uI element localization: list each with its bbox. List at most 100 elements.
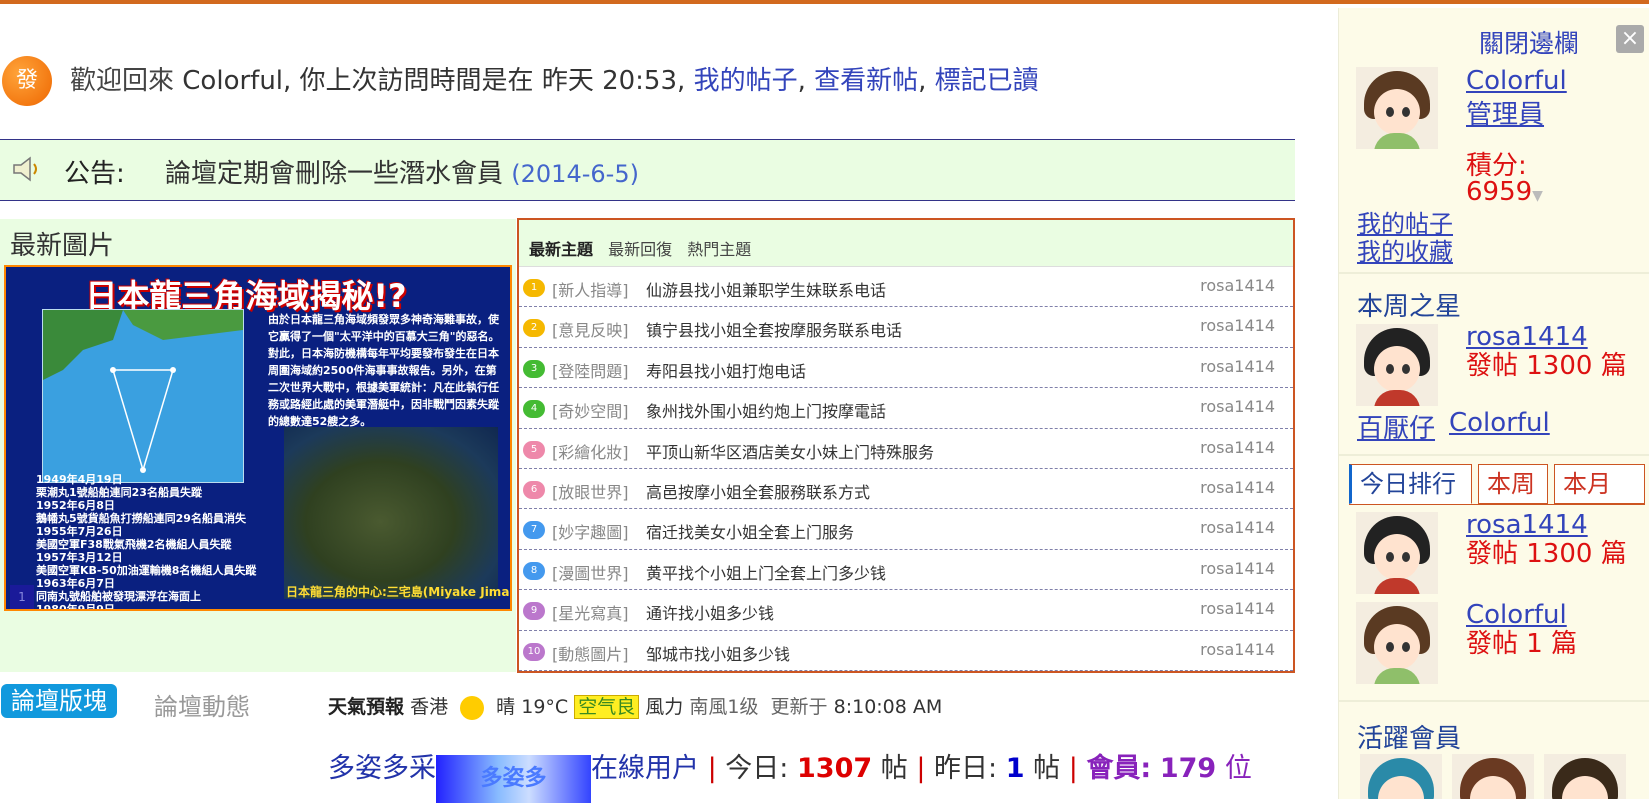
topic-row[interactable]: 8 [漫圖世界] 黄平找个小姐上门全套上门多少钱 rosa1414 — [519, 550, 1293, 591]
sidebar: 關閉邊欄 × Colorful 管理員 積分: 6959▼ 我的帖子 我的收藏 … — [1338, 8, 1649, 799]
sun-icon — [460, 695, 485, 720]
topic-category[interactable]: [放眼世界] — [552, 479, 629, 503]
rank-number-badge: 10 — [523, 642, 545, 661]
tab-week-ranking[interactable]: 本周 — [1478, 464, 1548, 504]
topic-row[interactable]: 1 [新人指導] 仙游县找小姐兼职学生妹联系电话 rosa1414 — [519, 267, 1293, 308]
avatar[interactable] — [1360, 754, 1442, 799]
avatar[interactable] — [1452, 754, 1534, 799]
topic-category[interactable]: [新人指導] — [552, 277, 629, 301]
today-value: 1307 — [797, 753, 873, 784]
topic-title[interactable]: 象州找外围小姐约炮上门按摩電話 — [646, 398, 886, 422]
topic-row[interactable]: 7 [妙字趣圖] 宿迁找美女小姐全套上门服务 rosa1414 — [519, 509, 1293, 550]
topic-row[interactable]: 9 [星光寫真] 通许找小姐多少钱 rosa1414 — [519, 590, 1293, 631]
topic-row[interactable]: 10 [動態圖片] 邹城市找小姐多少钱 rosa1414 — [519, 631, 1293, 671]
topic-title[interactable]: 黄平找个小姐上门全套上门多少钱 — [646, 560, 886, 584]
topic-category[interactable]: [星光寫真] — [552, 600, 629, 624]
mark-read-link[interactable]: 標記已讀 — [935, 66, 1039, 96]
today-unit: 帖 — [880, 753, 908, 784]
welcome-greeting: 歡迎回來 — [70, 66, 175, 96]
topic-row[interactable]: 2 [意見反映] 镇宁县找小姐全套按摩服务联系电话 rosa1414 — [519, 307, 1293, 348]
topic-row[interactable]: 3 [登陸問題] 寿阳县找小姐打炮电话 rosa1414 — [519, 348, 1293, 389]
topic-category[interactable]: [意見反映] — [552, 317, 629, 341]
topic-title[interactable]: 邹城市找小姐多少钱 — [646, 641, 790, 665]
rank-number-badge: 6 — [523, 480, 545, 499]
profile-role[interactable]: 管理員 — [1466, 94, 1544, 131]
slide-event-list: 1949年4月19日 栗潮丸1號船舶連同23名船員失蹤 1952年6月8日 鵝幡… — [36, 473, 257, 611]
avatar[interactable] — [1356, 512, 1438, 594]
avatar[interactable] — [1356, 67, 1438, 149]
topic-title[interactable]: 寿阳县找小姐打炮电话 — [646, 358, 806, 382]
speaker-icon — [13, 156, 37, 182]
star-name[interactable]: rosa1414 — [1466, 322, 1588, 352]
slide-index-button[interactable]: 1 — [10, 585, 34, 609]
weather-title: 天氣預報 — [328, 696, 405, 718]
topic-row[interactable]: 4 [奇妙空間] 象州找外围小姐约炮上门按摩電話 rosa1414 — [519, 388, 1293, 429]
members-unit: 位 — [1224, 753, 1252, 784]
topic-author[interactable]: rosa1414 — [1200, 640, 1275, 659]
points-value: 6959 — [1466, 177, 1533, 207]
latest-images-title: 最新圖片 — [10, 231, 115, 261]
close-icon[interactable]: × — [1616, 25, 1644, 53]
divider — [1339, 700, 1649, 702]
tab-month-ranking[interactable]: 本月 — [1554, 464, 1645, 504]
points-value-wrap[interactable]: 6959▼ — [1466, 178, 1543, 210]
announcement-date: (2014-6-5) — [511, 160, 639, 188]
slogan: 多姿多采 — [328, 753, 436, 784]
rank-number-badge: 5 — [523, 440, 545, 459]
tab-hot-topics[interactable]: 熱門主題 — [687, 236, 751, 260]
topic-category[interactable]: [登陸問題] — [552, 358, 629, 382]
tab-latest-replies[interactable]: 最新回復 — [608, 236, 672, 260]
profile-name[interactable]: Colorful — [1466, 66, 1567, 96]
banner-image: 多姿多 — [436, 755, 591, 803]
avatar[interactable] — [1544, 754, 1626, 799]
topic-author[interactable]: rosa1414 — [1200, 438, 1275, 457]
topic-author[interactable]: rosa1414 — [1200, 276, 1275, 295]
topic-title[interactable]: 平顶山新华区酒店美女小妹上门特殊服务 — [646, 439, 934, 463]
sidebar-my-favorites[interactable]: 我的收藏 — [1357, 232, 1453, 267]
fa-badge-icon: 發 — [2, 56, 52, 106]
topic-title[interactable]: 宿迁找美女小姐全套上门服务 — [646, 519, 854, 543]
topic-author[interactable]: rosa1414 — [1200, 478, 1275, 497]
announcement-link[interactable]: 論壇定期會刪除一些潛水會員 — [165, 159, 503, 189]
weather-temp: 19°C — [521, 696, 569, 718]
slide-description: 由於日本龍三角海域頻發眾多神奇海難事故，使它贏得了一個"太平洋中的百慕大三角"的… — [268, 313, 500, 428]
my-posts-link[interactable]: 我的帖子 — [694, 66, 798, 96]
topic-category[interactable]: [彩繪化妝] — [552, 439, 629, 463]
topic-row[interactable]: 5 [彩繪化妝] 平顶山新华区酒店美女小妹上门特殊服务 rosa1414 — [519, 429, 1293, 469]
tab-latest-topics[interactable]: 最新主題 — [529, 236, 593, 260]
avatar[interactable] — [1356, 324, 1438, 406]
topic-title[interactable]: 高邑按摩小姐全套服務联系方式 — [646, 479, 870, 503]
topic-author[interactable]: rosa1414 — [1200, 357, 1275, 376]
topic-author[interactable]: rosa1414 — [1200, 559, 1275, 578]
topic-category[interactable]: [漫圖世界] — [552, 560, 629, 584]
view-new-link[interactable]: 查看新帖 — [814, 66, 918, 96]
topic-title[interactable]: 通许找小姐多少钱 — [646, 600, 774, 624]
yesterday-label: 昨日: — [934, 753, 998, 784]
welcome-line: 歡迎回來 Colorful, 你上次訪問時間是在 昨天 20:53, 我的帖子,… — [70, 66, 1039, 96]
tab-today-ranking[interactable]: 今日排行 — [1349, 464, 1472, 504]
topic-author[interactable]: rosa1414 — [1200, 599, 1275, 618]
topic-title[interactable]: 仙游县找小姐兼职学生妹联系电话 — [646, 277, 886, 301]
topic-category[interactable]: [奇妙空間] — [552, 398, 629, 422]
avatar[interactable] — [1356, 602, 1438, 684]
topic-category[interactable]: [妙字趣圖] — [552, 519, 629, 543]
rank-2-posts: 發帖 1 篇 — [1466, 629, 1578, 659]
yesterday-unit: 帖 — [1033, 753, 1061, 784]
topic-author[interactable]: rosa1414 — [1200, 397, 1275, 416]
topic-author[interactable]: rosa1414 — [1200, 316, 1275, 335]
topic-author[interactable]: rosa1414 — [1200, 518, 1275, 537]
topic-category[interactable]: [動態圖片] — [552, 641, 629, 665]
tab-forum-boards[interactable]: 論壇版塊 — [1, 684, 117, 718]
close-sidebar-link[interactable]: 關閉邊欄 — [1479, 24, 1579, 60]
topic-title[interactable]: 镇宁县找小姐全套按摩服务联系电话 — [646, 317, 902, 341]
online-users-link[interactable]: 在線用户 — [591, 753, 699, 784]
rank-1-name[interactable]: rosa1414 — [1466, 510, 1588, 540]
star-other-name[interactable]: Colorful — [1449, 408, 1550, 438]
rank-2-name[interactable]: Colorful — [1466, 600, 1567, 630]
star-other-label[interactable]: 百厭仔 — [1357, 408, 1435, 445]
image-slideshow[interactable]: 日本龍三角海域揭秘!? 由於日本龍三角海域頻發眾多神奇海難事故，使它贏得了一個"… — [4, 265, 512, 611]
tab-forum-dynamics[interactable]: 論壇動態 — [154, 687, 250, 722]
rank-number-badge: 7 — [523, 521, 545, 540]
topic-row[interactable]: 6 [放眼世界] 高邑按摩小姐全套服務联系方式 rosa1414 — [519, 469, 1293, 510]
updated-time: 8:10:08 AM — [833, 696, 943, 718]
